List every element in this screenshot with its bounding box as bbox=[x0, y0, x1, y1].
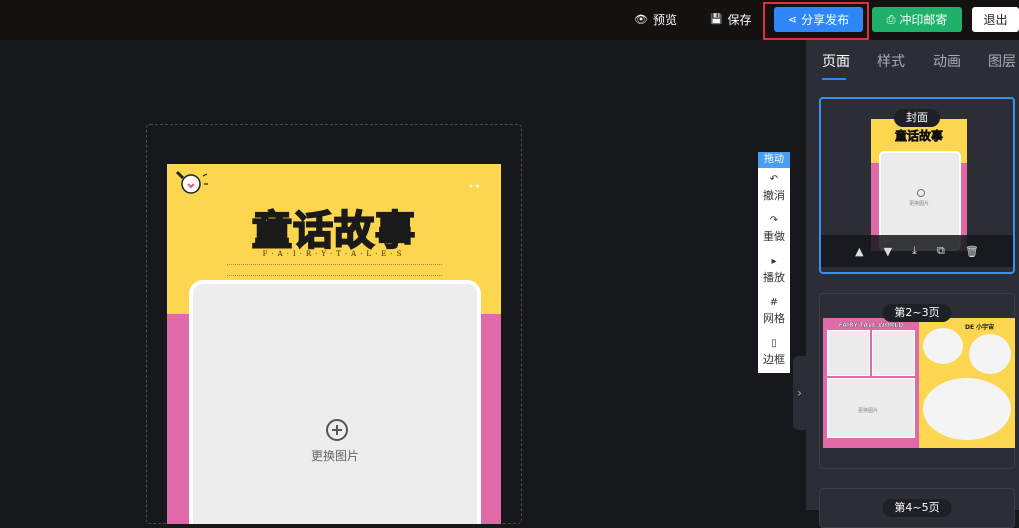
spread-right-title: DE 小宇宙 bbox=[965, 324, 995, 331]
tab-layers[interactable]: 图层 bbox=[988, 51, 1016, 71]
share-label: 分享发布 bbox=[801, 13, 850, 27]
spread-photo-cell: 更换图片 bbox=[827, 378, 915, 438]
card-actions: ▲ ▼ ⤓ ⧉ 🗑 bbox=[821, 235, 1013, 267]
floating-toolbar: 拖动 ↶ 撤消 ↷ 重做 ▸ 播放 # 网格 ▯ 边框 bbox=[758, 152, 790, 373]
preview-label: 预览 bbox=[652, 13, 677, 27]
page-body-text[interactable] bbox=[227, 264, 442, 276]
phone-frame-icon: ▯ bbox=[771, 337, 777, 349]
save-button[interactable]: 💾 保存 bbox=[710, 7, 751, 32]
add-circle-icon bbox=[917, 189, 925, 197]
photo-placeholder[interactable]: 更换图片 bbox=[189, 280, 481, 524]
redo-icon: ↷ bbox=[769, 214, 779, 226]
tab-style[interactable]: 样式 bbox=[877, 51, 905, 71]
share-icon: ⋖ bbox=[787, 13, 798, 26]
thumb-photo-label: 更换图片 bbox=[909, 201, 930, 207]
active-tab-indicator bbox=[822, 78, 846, 80]
grid-icon: # bbox=[769, 296, 779, 308]
undo-label: 撤消 bbox=[763, 188, 785, 202]
right-panel: 页面 样式 动画 图层 童话故事 更换图片 封面 ▲ ▼ ⤓ ⧉ 🗑 FAIRY… bbox=[806, 40, 1019, 528]
change-photo-label: 更换图片 bbox=[310, 449, 359, 463]
eye-icon: 👁 bbox=[634, 13, 648, 26]
copy-icon[interactable]: ⧉ bbox=[937, 244, 945, 258]
drag-handle[interactable]: 拖动 bbox=[758, 152, 790, 168]
card-label-cover: 封面 bbox=[894, 109, 940, 127]
grid-label: 网格 bbox=[763, 311, 785, 325]
collapse-panel-button[interactable]: › bbox=[793, 356, 806, 430]
page-logo: ✦✦ bbox=[467, 182, 481, 191]
top-toolbar: 👁 预览 💾 保存 ⋖ 分享发布 ⎙ 冲印邮寄 退出 bbox=[0, 0, 1019, 40]
page-card-2-3[interactable]: FAIRY TALE WORLD 更换图片 DE 小宇宙 第2~3页 bbox=[819, 293, 1015, 469]
play-button[interactable]: ▸ 播放 bbox=[758, 250, 790, 291]
cover-thumbnail: 童话故事 更换图片 bbox=[871, 119, 967, 251]
trash-icon[interactable]: 🗑 bbox=[965, 245, 979, 258]
tab-pages[interactable]: 页面 bbox=[822, 51, 850, 71]
floppy-icon: 💾 bbox=[710, 14, 723, 25]
card-label-2-3: 第2~3页 bbox=[882, 304, 952, 322]
panel-tabs: 页面 样式 动画 图层 bbox=[806, 40, 1019, 82]
play-icon: ▸ bbox=[771, 255, 777, 267]
spread-photo-label: 更换图片 bbox=[858, 408, 879, 414]
redo-label: 重做 bbox=[763, 229, 785, 243]
redo-button[interactable]: ↷ 重做 bbox=[758, 209, 790, 250]
grid-button[interactable]: # 网格 bbox=[758, 291, 790, 332]
add-circle-icon bbox=[326, 419, 348, 441]
share-publish-button[interactable]: ⋖ 分享发布 bbox=[774, 7, 863, 32]
move-up-icon[interactable]: ▲ bbox=[855, 245, 863, 258]
spread-cloud bbox=[969, 334, 1011, 374]
border-label: 边框 bbox=[763, 352, 785, 366]
exit-button[interactable]: 退出 bbox=[972, 7, 1019, 32]
card-label-4-5: 第4~5页 bbox=[882, 499, 952, 517]
page-card-4-5[interactable]: 第4~5页 bbox=[819, 488, 1015, 528]
spread-left-page: FAIRY TALE WORLD 更换图片 bbox=[823, 318, 919, 448]
spread-cloud bbox=[923, 378, 1011, 440]
spread-cloud bbox=[923, 328, 963, 364]
spread-right-page: DE 小宇宙 bbox=[919, 318, 1015, 448]
printer-icon: ⎙ bbox=[886, 12, 896, 26]
preview-button[interactable]: 👁 预览 bbox=[634, 7, 677, 32]
thumb-title: 童话故事 bbox=[894, 129, 944, 144]
save-label: 保存 bbox=[727, 13, 752, 27]
download-icon[interactable]: ⤓ bbox=[912, 244, 917, 258]
page-card-cover[interactable]: 童话故事 更换图片 封面 ▲ ▼ ⤓ ⧉ 🗑 bbox=[819, 97, 1015, 274]
move-down-icon[interactable]: ▼ bbox=[884, 245, 892, 258]
page-cover[interactable]: ✦✦ 童话故事 F·A·I·R·Y·T·A·L·E·S 更换图片 bbox=[167, 164, 501, 524]
undo-button[interactable]: ↶ 撤消 bbox=[758, 168, 790, 209]
border-button[interactable]: ▯ 边框 bbox=[758, 332, 790, 373]
spread-photo-cell bbox=[827, 330, 870, 376]
chevron-right-icon: › bbox=[797, 386, 802, 400]
page-subtitle[interactable]: F·A·I·R·Y·T·A·L·E·S bbox=[167, 250, 501, 258]
print-label: 冲印邮寄 bbox=[899, 13, 948, 27]
tab-animation[interactable]: 动画 bbox=[933, 51, 961, 71]
undo-icon: ↶ bbox=[769, 173, 779, 185]
print-mail-button[interactable]: ⎙ 冲印邮寄 bbox=[872, 7, 962, 32]
spread-left-title: FAIRY TALE WORLD bbox=[838, 322, 904, 329]
spread-thumbnail: FAIRY TALE WORLD 更换图片 DE 小宇宙 bbox=[823, 318, 1015, 448]
lightbulb-icon bbox=[175, 170, 208, 194]
page-title[interactable]: 童话故事 bbox=[167, 198, 501, 256]
spread-photo-cell bbox=[872, 330, 915, 376]
play-label: 播放 bbox=[763, 270, 785, 284]
